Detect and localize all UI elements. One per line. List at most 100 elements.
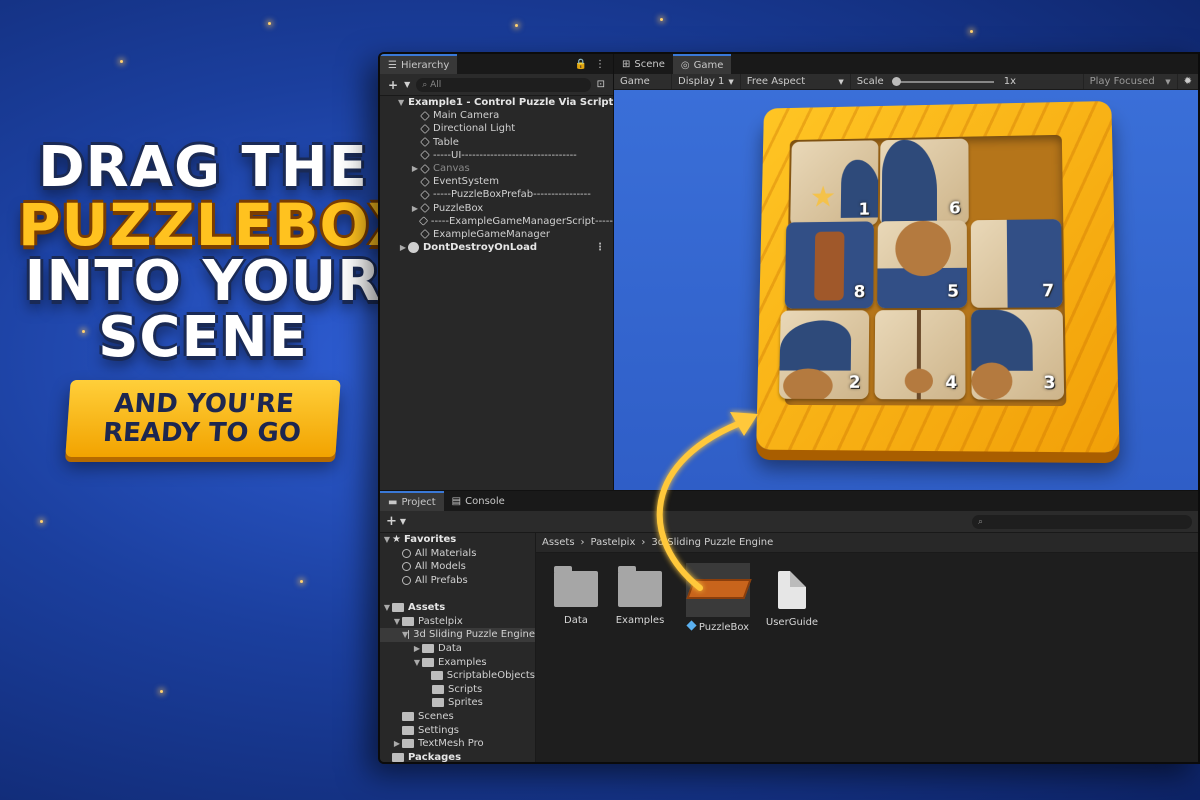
project-tree-item[interactable]: ▼ Pastelpix: [380, 615, 535, 629]
puzzle-tile[interactable]: 6: [879, 138, 969, 226]
star-icon: ★: [809, 180, 837, 215]
project-tree-item[interactable]: ▼ 3d Sliding Puzzle Engine: [380, 628, 535, 642]
hierarchy-item[interactable]: ▶ PuzzleBox: [380, 202, 613, 215]
asset-label-text: Data: [564, 615, 588, 626]
folder-icon: ▬: [388, 496, 398, 508]
game-toolbar: Game Display 1 ▼ Free Aspect ▼ Scale 1x …: [614, 74, 1198, 90]
chevron-down-icon[interactable]: ▼: [392, 617, 402, 626]
chevron-down-icon[interactable]: ▼: [400, 517, 406, 526]
cat-ear-art: [782, 368, 833, 400]
puzzle-tile[interactable]: 3: [971, 309, 1065, 400]
project-tree-item[interactable]: All Models: [380, 560, 535, 574]
hierarchy-item[interactable]: Table: [380, 136, 613, 149]
gameobject-cube-icon: [420, 110, 430, 121]
ribbon-line-2: READY TO GO: [102, 417, 302, 448]
tab-project[interactable]: ▬ Project: [380, 491, 444, 511]
chevron-right-icon[interactable]: ▶: [392, 739, 402, 748]
puzzle-tile[interactable]: 7: [970, 219, 1063, 308]
chevron-down-icon[interactable]: ▼: [404, 80, 410, 89]
tile-number: 4: [945, 372, 958, 394]
tab-game[interactable]: ◎ Game: [672, 54, 732, 74]
asset-item-puzzlebox[interactable]: PuzzleBox: [678, 563, 758, 633]
breadcrumb: Assets › Pastelpix › 3d Sliding Puzzle Engin…: [536, 533, 1198, 553]
add-object-button[interactable]: +: [388, 78, 398, 92]
puzzle-tile[interactable]: 5: [877, 220, 968, 309]
tab-game-label: Game: [693, 59, 724, 71]
headline-line-1: DRAG THE: [38, 135, 368, 200]
project-tree-item[interactable]: Scenes: [380, 710, 535, 724]
hierarchy-item[interactable]: ▼ Example1 - Control Puzzle Via Script ⋮: [380, 96, 613, 109]
asset-item-examples[interactable]: Examples: [600, 563, 680, 626]
wizard-hat-art: [779, 320, 852, 371]
hierarchy-item[interactable]: Main Camera: [380, 109, 613, 122]
hierarchy-item[interactable]: Directional Light: [380, 122, 613, 135]
breadcrumb-item[interactable]: Pastelpix: [591, 537, 636, 548]
project-tree-item-label: Examples: [438, 656, 487, 668]
chevron-down-icon[interactable]: ▼: [382, 603, 392, 612]
project-tree-item[interactable]: ▼ Assets: [380, 601, 535, 615]
tab-console[interactable]: ▤ Console: [444, 491, 513, 511]
search-placeholder: All: [430, 79, 442, 90]
project-tree-item-label: Scripts: [448, 683, 483, 695]
folder-icon: [402, 725, 414, 735]
project-tabbar: ▬ Project ▤ Console: [380, 491, 1198, 511]
puzzle-tile[interactable]: 4: [874, 309, 966, 400]
hierarchy-item-label: -----UI--------------------------------: [433, 149, 577, 161]
project-search-input[interactable]: ⌕: [972, 514, 1192, 529]
tab-hierarchy-label: Hierarchy: [400, 59, 450, 71]
lock-icon[interactable]: 🔒: [575, 59, 587, 70]
puzzle-tile[interactable]: 2: [778, 310, 870, 400]
chevron-down-icon[interactable]: ▼: [398, 98, 404, 107]
tab-scene-label: Scene: [634, 58, 665, 70]
chevron-right-icon[interactable]: ▶: [412, 644, 422, 653]
hierarchy-item[interactable]: -----PuzzleBoxPrefab----------------: [380, 188, 613, 201]
play-mode-dropdown[interactable]: Play Focused ▼: [1084, 74, 1178, 89]
display-dropdown[interactable]: Display 1 ▼: [672, 74, 741, 89]
puzzle-tile[interactable]: 8: [784, 221, 874, 309]
hierarchy-item[interactable]: -----UI--------------------------------: [380, 149, 613, 162]
aspect-dropdown[interactable]: Free Aspect ▼: [741, 74, 851, 89]
breadcrumb-item[interactable]: 3d Sliding Puzzle Engine: [651, 537, 773, 548]
chevron-down-icon: ▼: [728, 77, 734, 86]
create-asset-button[interactable]: +: [386, 514, 397, 529]
project-tree-item[interactable]: ▶ TextMesh Pro: [380, 737, 535, 751]
project-tree-item[interactable]: All Materials: [380, 547, 535, 561]
project-tree-item[interactable]: ▼ Examples: [380, 655, 535, 669]
kebab-menu-icon[interactable]: ⋮: [595, 97, 605, 108]
sparkle: [120, 60, 123, 63]
project-tree-item[interactable]: Settings: [380, 723, 535, 737]
kebab-menu-icon[interactable]: ⋮: [595, 59, 605, 70]
asset-item-userguide[interactable]: UserGuide: [752, 563, 832, 628]
chevron-down-icon[interactable]: ▼: [382, 535, 392, 544]
hierarchy-item[interactable]: ExampleGameManager: [380, 228, 613, 241]
scale-slider[interactable]: [891, 76, 994, 86]
chevron-down-icon[interactable]: ▼: [412, 658, 422, 667]
puzzle-tile[interactable]: ★ 1: [790, 140, 879, 227]
project-tree-item[interactable]: ScriptableObjects: [380, 669, 535, 683]
chevron-right-icon[interactable]: ▶: [410, 204, 420, 213]
sparkle: [300, 580, 303, 583]
project-tree-item[interactable]: Packages: [380, 751, 535, 762]
project-tree-item[interactable]: Sprites: [380, 696, 535, 710]
breadcrumb-item[interactable]: Assets: [542, 537, 575, 548]
project-tree-item-label: Scenes: [418, 711, 454, 723]
project-tree-item[interactable]: ▶ Data: [380, 642, 535, 656]
hierarchy-toolbar: + ▼ ⌕ All ⊡: [380, 74, 613, 96]
tab-hierarchy[interactable]: ☰ Hierarchy: [380, 54, 458, 74]
bug-icon[interactable]: ✹: [1178, 74, 1198, 89]
scene-visibility-icon[interactable]: ⊡: [597, 79, 605, 90]
ribbon-line-1: AND YOU'RE: [113, 389, 295, 419]
project-tree-item[interactable]: ▼ ★ Favorites: [380, 533, 535, 547]
project-tree-item[interactable]: Scripts: [380, 683, 535, 697]
tab-scene[interactable]: ⊞ Scene: [614, 54, 673, 74]
chevron-right-icon[interactable]: ▶: [410, 164, 420, 173]
kebab-menu-icon[interactable]: ⋮: [595, 242, 605, 253]
project-tree-item[interactable]: All Prefabs: [380, 574, 535, 588]
hierarchy-search-input[interactable]: ⌕ All: [416, 77, 591, 92]
hierarchy-item[interactable]: ▶ DontDestroyOnLoad ⋮: [380, 241, 613, 254]
hierarchy-item[interactable]: EventSystem: [380, 175, 613, 188]
hierarchy-item[interactable]: ▶ Canvas: [380, 162, 613, 175]
hierarchy-item[interactable]: -----ExampleGameManagerScript-----: [380, 215, 613, 228]
chevron-right-icon[interactable]: ▶: [398, 243, 408, 252]
game-mode-dropdown[interactable]: Game: [614, 74, 672, 89]
